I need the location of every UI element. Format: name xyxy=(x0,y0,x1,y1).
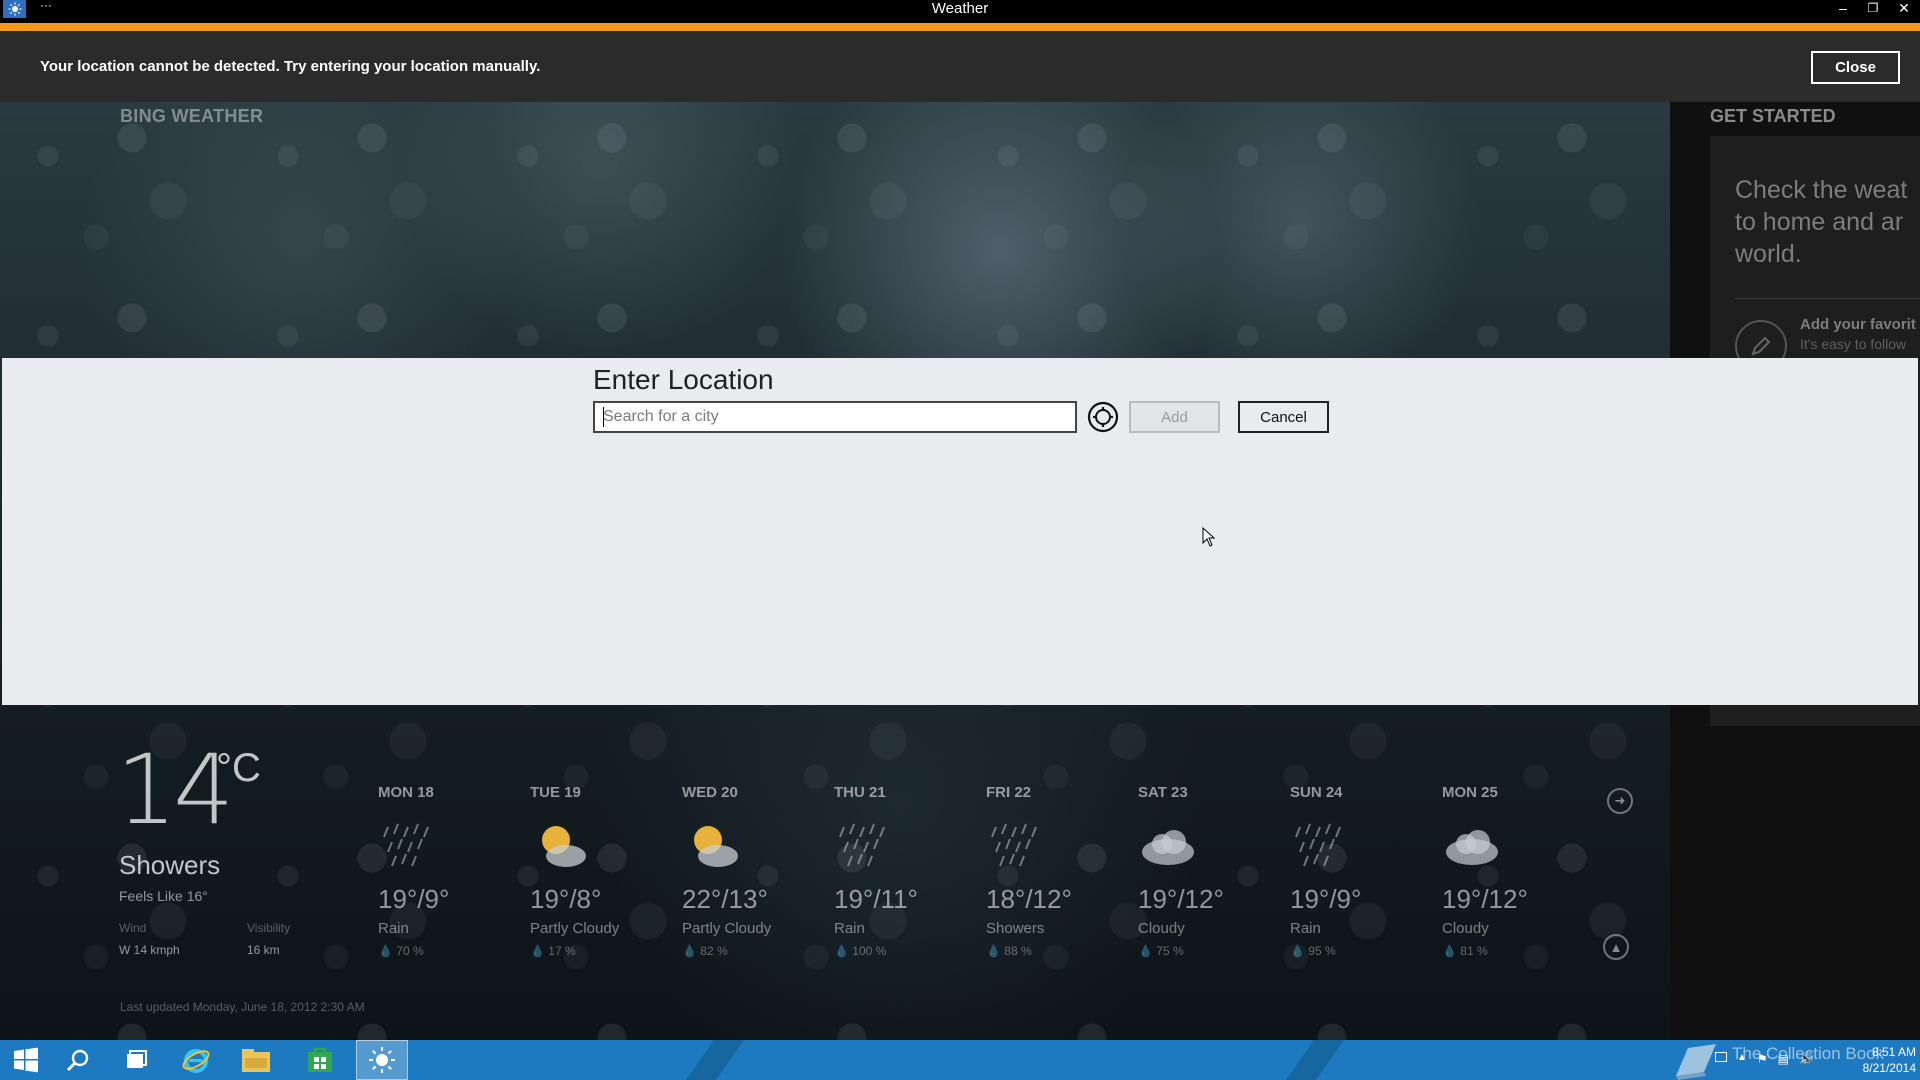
forecast-temps: 19°/12° xyxy=(1138,884,1224,914)
accent-bar xyxy=(0,23,1920,31)
precip-value: 17 % xyxy=(548,944,576,958)
visibility-label: Visibility xyxy=(247,921,291,935)
divider xyxy=(1735,298,1920,299)
forecast-temps: 19°/9° xyxy=(378,884,450,914)
add-favorites-subtitle: It's easy to follow xyxy=(1800,336,1907,352)
forecast-precip: 💧 82 % xyxy=(682,944,728,958)
forecast-day-name: SAT 23 xyxy=(1138,784,1188,801)
cloud-icon xyxy=(1138,822,1198,872)
brand-title: BING WEATHER xyxy=(120,106,264,126)
watermark: The Collection Book xyxy=(1732,1044,1885,1063)
forecast-precip: 💧 81 % xyxy=(1442,944,1488,958)
weather-taskbar-icon[interactable] xyxy=(356,1040,408,1080)
restore-button[interactable]: ❐ xyxy=(1860,0,1886,16)
locate-me-icon[interactable] xyxy=(1087,401,1119,433)
keyboard-icon[interactable] xyxy=(1715,1052,1727,1062)
forecast-precip: 💧 70 % xyxy=(378,944,424,958)
start-button[interactable] xyxy=(0,1040,52,1080)
cloud-icon xyxy=(1442,822,1502,872)
forecast-temps: 19°/11° xyxy=(834,884,918,914)
forecast-precip: 💧 100 % xyxy=(834,944,887,958)
city-search-input[interactable] xyxy=(593,401,1077,433)
forecast-condition: Rain xyxy=(1290,920,1321,937)
forecast-temps: 19°/12° xyxy=(1442,884,1528,914)
get-started-text: Check the weat to home and ar world. xyxy=(1735,176,1908,268)
forecast-temps: 18°/12° xyxy=(986,884,1072,914)
notification-close-button[interactable]: Close xyxy=(1811,51,1900,84)
wind-label: Wind xyxy=(119,921,147,935)
forecast-day-name: WED 20 xyxy=(682,784,738,801)
forecast-precip: 💧 95 % xyxy=(1290,944,1336,958)
forecast-day-name: TUE 19 xyxy=(530,784,581,801)
rain-icon xyxy=(1290,822,1350,872)
visibility-value: 16 km xyxy=(247,943,280,957)
forecast-precip: 💧 17 % xyxy=(530,944,576,958)
precip-value: 81 % xyxy=(1460,944,1488,958)
forecast-day-name: FRI 22 xyxy=(986,784,1032,801)
rain-icon xyxy=(986,822,1046,872)
forecast-condition: Rain xyxy=(378,920,409,937)
location-notification-bar: Your location cannot be detected. Try en… xyxy=(0,31,1920,102)
forecast-condition: Cloudy xyxy=(1442,920,1489,937)
forecast-precip: 💧 88 % xyxy=(986,944,1032,958)
precip-value: 95 % xyxy=(1308,944,1336,958)
file-explorer-icon[interactable] xyxy=(230,1040,282,1080)
search-icon[interactable] xyxy=(52,1040,104,1080)
taskbar: ▲ ⚑ ▤ 🔊 8:51 AM 8/21/2014 xyxy=(0,1040,1920,1080)
forecast-temps: 22°/13° xyxy=(682,884,768,914)
get-started-heading: GET STARTED xyxy=(1710,106,1836,126)
forecast-day-name: SUN 24 xyxy=(1290,784,1343,801)
forecast-day-name: MON 25 xyxy=(1442,784,1498,801)
forecast-day-name: THU 21 xyxy=(834,784,886,801)
close-window-button[interactable]: ✕ xyxy=(1891,0,1917,16)
precip-value: 88 % xyxy=(1004,944,1032,958)
precip-value: 75 % xyxy=(1156,944,1184,958)
text-caret xyxy=(603,407,604,427)
mouse-cursor-icon xyxy=(1202,526,1216,547)
forecast-day-name: MON 18 xyxy=(378,784,434,801)
next-forecast-button[interactable]: ➜ xyxy=(1607,788,1633,814)
add-favorites-title: Add your favorit xyxy=(1800,316,1916,333)
enter-location-dialog: Enter Location Add Cancel xyxy=(2,358,1918,705)
app-window: ··· Weather – ❐ ✕ Your location cannot b… xyxy=(0,0,1920,1080)
scroll-up-button[interactable]: ▲ xyxy=(1603,934,1629,960)
minimize-button[interactable]: – xyxy=(1830,0,1856,16)
partly-cloudy-icon xyxy=(530,822,590,872)
task-view-icon[interactable] xyxy=(110,1040,162,1080)
last-updated: Last updated Monday, June 18, 2012 2:30 … xyxy=(120,1000,365,1014)
forecast-condition: Partly Cloudy xyxy=(682,920,772,937)
feels-like: Feels Like 16° xyxy=(119,888,208,904)
taskbar-decoration xyxy=(685,1040,745,1080)
notification-message: Your location cannot be detected. Try en… xyxy=(40,58,541,75)
internet-explorer-icon[interactable] xyxy=(170,1040,222,1080)
forecast-temps: 19°/8° xyxy=(530,884,602,914)
taskbar-decoration xyxy=(1285,1040,1345,1080)
partly-cloudy-icon xyxy=(682,822,742,872)
window-title: Weather xyxy=(931,0,989,17)
current-temperature: 14 xyxy=(116,734,234,846)
temperature-unit-toggle[interactable]: °C xyxy=(216,746,261,791)
rain-icon xyxy=(378,822,438,872)
title-bar: ··· Weather – ❐ ✕ xyxy=(0,0,1920,23)
book-logo-icon xyxy=(1670,1040,1720,1080)
forecast-temps: 19°/9° xyxy=(1290,884,1362,914)
forecast-precip: 💧 75 % xyxy=(1138,944,1184,958)
store-icon[interactable] xyxy=(294,1040,346,1080)
precip-value: 100 % xyxy=(852,944,887,958)
precip-value: 82 % xyxy=(700,944,728,958)
forecast-condition: Showers xyxy=(986,920,1045,937)
dialog-title: Enter Location xyxy=(593,364,774,395)
forecast-condition: Rain xyxy=(834,920,865,937)
rain-icon xyxy=(834,822,894,872)
cancel-button[interactable]: Cancel xyxy=(1238,401,1329,433)
forecast-condition: Cloudy xyxy=(1138,920,1185,937)
add-button[interactable]: Add xyxy=(1129,401,1220,433)
current-condition: Showers xyxy=(119,850,221,880)
precip-value: 70 % xyxy=(396,944,424,958)
forecast-condition: Partly Cloudy xyxy=(530,920,620,937)
wind-value: W 14 kmph xyxy=(119,943,180,957)
